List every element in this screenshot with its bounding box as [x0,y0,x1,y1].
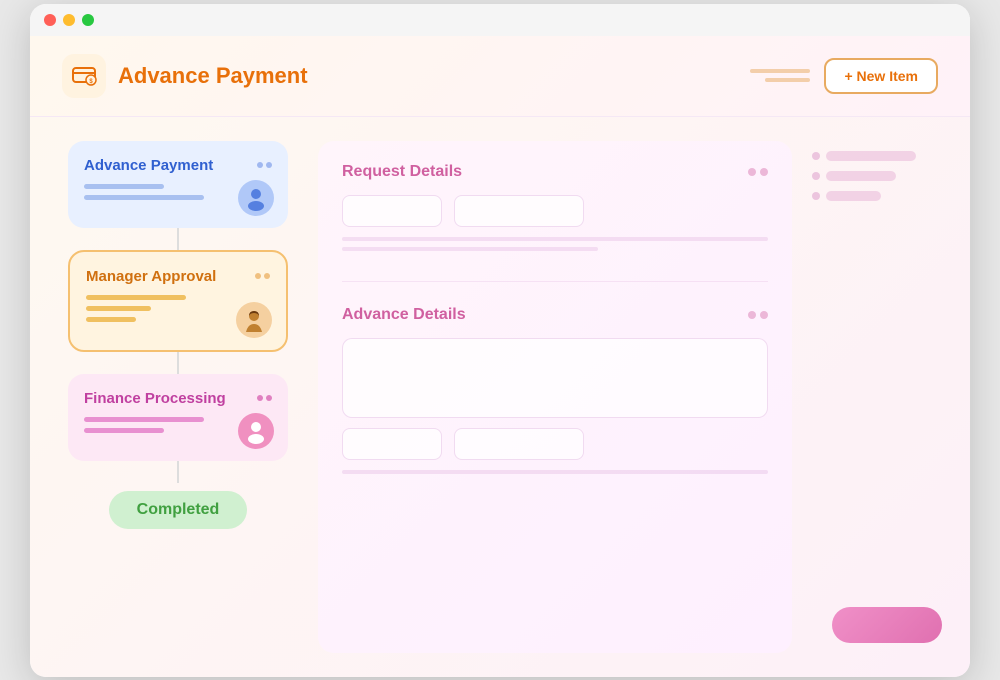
rp-dot-1 [812,152,820,160]
app-content: $ Advance Payment + New Item A [30,36,970,677]
payment-icon: $ [71,63,97,89]
details-column: Request Details [318,141,792,653]
section-dot [760,168,768,176]
card-line [84,428,164,433]
request-underline-2 [342,247,598,251]
card-dot [266,395,272,401]
card-dot [266,162,272,168]
minimize-dot[interactable] [63,14,75,26]
card-header-finance: Finance Processing [84,390,272,407]
request-field-2[interactable] [454,195,584,227]
section-dot [760,311,768,319]
card-line [86,295,186,300]
completed-badge: Completed [109,491,248,529]
advance-field-row-1 [342,428,768,460]
workflow-card-finance-processing: Finance Processing [68,374,288,461]
card-dots-advance [257,162,272,168]
section-dot [748,311,756,319]
card-header-manager: Manager Approval [86,268,270,285]
card-line [86,317,136,322]
person-female-icon [240,306,268,334]
advance-details-header: Advance Details [342,306,768,324]
connector-3 [177,461,179,483]
card-title-finance-processing: Finance Processing [84,390,226,407]
section-dot [748,168,756,176]
card-dot [255,273,261,279]
header-right: + New Item [750,58,938,94]
connector-2 [177,352,179,374]
person-icon [242,184,270,212]
section-divider-1 [342,281,768,282]
header-icon-container: $ [62,54,106,98]
avatar-finance [238,413,274,449]
request-details-header: Request Details [342,163,768,181]
workflow-column: Advance Payment [58,141,298,653]
person-icon-2 [242,417,270,445]
card-dots-finance [257,395,272,401]
right-panel [812,141,942,653]
section-dots-request [748,168,768,176]
request-details-title: Request Details [342,163,462,181]
rp-item-1 [826,151,916,161]
rp-dot-2 [812,172,820,180]
submit-button[interactable] [832,607,942,643]
maximize-dot[interactable] [82,14,94,26]
header: $ Advance Payment + New Item [30,36,970,117]
advance-details-section: Advance Details [342,306,768,480]
request-field-1[interactable] [342,195,442,227]
rp-item-3 [826,191,881,201]
header-title: Advance Payment [118,63,308,89]
request-underline-1 [342,237,768,241]
header-left: $ Advance Payment [62,54,308,98]
header-decoration [750,69,810,82]
card-line [84,417,204,422]
workflow-card-advance-payment: Advance Payment [68,141,288,228]
card-dot [257,162,263,168]
request-field-row-1 [342,195,768,227]
section-dots-advance [748,311,768,319]
card-title-advance-payment: Advance Payment [84,157,213,174]
close-dot[interactable] [44,14,56,26]
card-dots-manager [255,273,270,279]
card-dot [257,395,263,401]
rp-item-2 [826,171,896,181]
rp-dot-3 [812,192,820,200]
avatar-advance [238,180,274,216]
card-dot [264,273,270,279]
avatar-manager [236,302,272,338]
app-window: $ Advance Payment + New Item A [30,4,970,677]
rp-row-1 [812,151,942,161]
main-content: Advance Payment [30,117,970,677]
card-header-advance: Advance Payment [84,157,272,174]
workflow-card-manager-approval: Manager Approval [68,250,288,352]
card-line [84,195,204,200]
advance-details-title: Advance Details [342,306,466,324]
card-line [84,184,164,189]
advance-underline-1 [342,470,768,474]
titlebar [30,4,970,36]
card-title-manager-approval: Manager Approval [86,268,216,285]
new-item-button[interactable]: + New Item [824,58,938,94]
right-panel-items [812,151,942,201]
request-details-section: Request Details [342,163,768,257]
advance-field-1[interactable] [342,428,442,460]
advance-textarea[interactable] [342,338,768,418]
advance-field-2[interactable] [454,428,584,460]
card-line [86,306,151,311]
rp-row-3 [812,191,942,201]
connector-1 [177,228,179,250]
rp-row-2 [812,171,942,181]
